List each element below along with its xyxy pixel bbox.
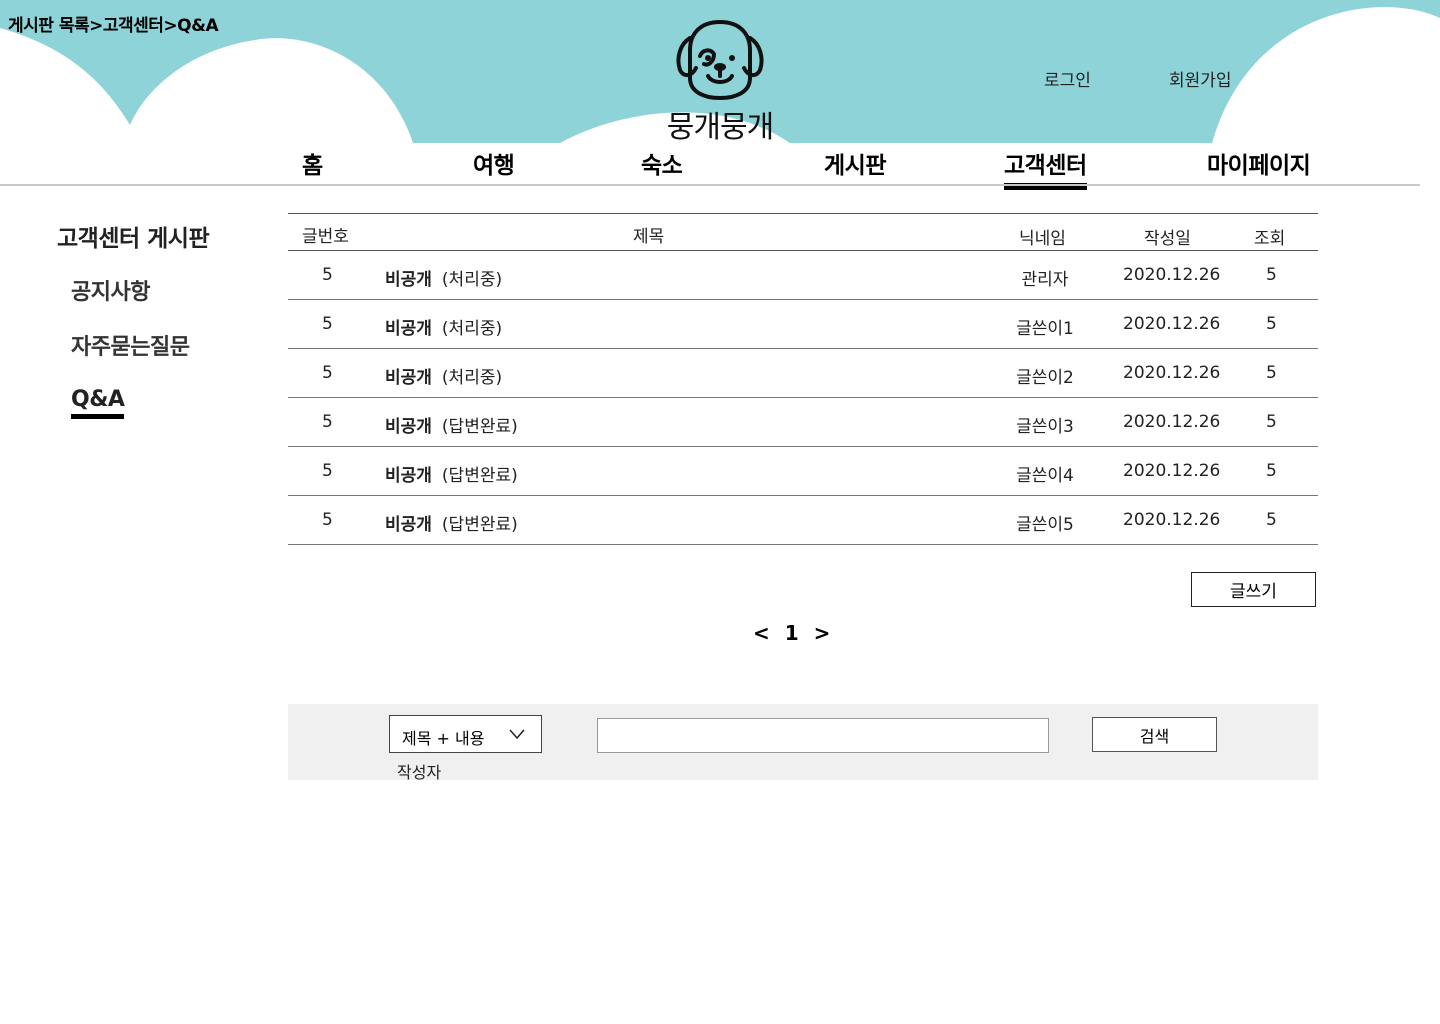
signup-link[interactable]: 회원가입 [1169,66,1232,91]
table-row[interactable]: 5 비공개 (답변완료) 글쓴이4 2020.12.26 5 [288,447,1318,496]
login-link[interactable]: 로그인 [1044,66,1091,91]
nav-lodging[interactable]: 숙소 [641,146,683,180]
breadcrumb: 게시판 목록>고객센터>Q&A [8,16,219,36]
row-title: 비공개 (처리중) [385,265,502,290]
row-title-text: 비공개 [385,515,432,535]
row-views: 5 [1266,314,1277,334]
nav-board[interactable]: 게시판 [824,146,886,180]
qna-table: 글번호 제목 닉네임 작성일 조회 5 비공개 (처리중) 관리자 2020.12.26… [288,213,1318,545]
sidebar-title: 고객센터 게시판 [57,226,210,252]
sidebar-item-qna[interactable]: Q&A [71,387,125,419]
row-status: (답변완료) [441,417,518,437]
chevron-down-icon [509,729,525,740]
row-date: 2020.12.26 [1123,510,1221,530]
row-no: 5 [322,314,333,334]
row-date: 2020.12.26 [1123,265,1221,285]
prev-page-button[interactable]: < [753,621,772,645]
write-button[interactable]: 글쓰기 [1191,572,1316,607]
row-views: 5 [1266,265,1277,285]
header-no: 글번호 [302,227,349,247]
row-no: 5 [322,461,333,481]
row-status: (처리중) [441,368,503,388]
row-status: (처리중) [441,270,503,290]
logo[interactable]: 뭉개뭉개 [660,18,780,145]
dog-face-icon [676,20,764,100]
search-button[interactable]: 검색 [1092,717,1217,752]
row-title: 비공개 (처리중) [385,314,502,339]
table-row[interactable]: 5 비공개 (처리중) 관리자 2020.12.26 5 [288,251,1318,300]
table-header: 글번호 제목 닉네임 작성일 조회 [288,213,1318,251]
row-date: 2020.12.26 [1123,461,1221,481]
row-no: 5 [322,363,333,383]
row-title-text: 비공개 [385,466,432,486]
header-date: 작성일 [1144,229,1191,249]
header-title: 제목 [633,227,665,247]
nav-travel[interactable]: 여행 [473,146,515,180]
search-type-option-author[interactable]: 작성자 [397,759,441,783]
row-views: 5 [1266,510,1277,530]
row-nickname: 글쓴이3 [1016,417,1074,437]
row-status: (답변완료) [441,466,518,486]
nav-divider [0,184,1420,186]
row-nickname: 관리자 [1021,270,1069,290]
table-row[interactable]: 5 비공개 (답변완료) 글쓴이5 2020.12.26 5 [288,496,1318,545]
row-date: 2020.12.26 [1123,314,1221,334]
logo-text: 뭉개뭉개 [666,110,774,145]
search-type-value: 제목 + 내용 [402,729,485,748]
table-row[interactable]: 5 비공개 (답변완료) 글쓴이3 2020.12.26 5 [288,398,1318,447]
row-title-text: 비공개 [385,319,432,339]
row-title-text: 비공개 [385,417,432,437]
nav-customer-center[interactable]: 고객센터 [1004,146,1087,190]
row-no: 5 [322,265,333,285]
row-views: 5 [1266,461,1277,481]
row-no: 5 [322,412,333,432]
pagination: < 1 > [751,621,834,645]
page-number-current[interactable]: 1 [785,621,801,645]
row-status: (처리중) [441,319,503,339]
row-views: 5 [1266,363,1277,383]
row-nickname: 글쓴이5 [1016,515,1074,535]
row-nickname: 글쓴이2 [1016,368,1074,388]
search-bar: 제목 + 내용 작성자 검색 [288,704,1318,783]
sidebar-item-faq[interactable]: 자주묻는질문 [71,329,190,361]
table-row[interactable]: 5 비공개 (처리중) 글쓴이2 2020.12.26 5 [288,349,1318,398]
row-status: (답변완료) [441,515,518,535]
nav-home[interactable]: 홈 [302,146,323,180]
row-title: 비공개 (답변완료) [385,412,518,437]
next-page-button[interactable]: > [814,621,833,645]
sidebar-item-notice[interactable]: 공지사항 [71,274,150,306]
row-title: 비공개 (답변완료) [385,461,518,486]
search-input[interactable] [597,718,1049,753]
row-title-text: 비공개 [385,368,432,388]
row-nickname: 글쓴이4 [1016,466,1074,486]
row-nickname: 글쓴이1 [1016,319,1074,339]
header-nickname: 닉네임 [1019,229,1066,249]
row-title: 비공개 (처리중) [385,363,502,388]
row-title-text: 비공개 [385,270,432,290]
row-views: 5 [1266,412,1277,432]
nav-mypage[interactable]: 마이페이지 [1207,146,1311,180]
header-views: 조회 [1254,229,1286,249]
row-date: 2020.12.26 [1123,363,1221,383]
search-type-select[interactable]: 제목 + 내용 [389,715,542,753]
row-date: 2020.12.26 [1123,412,1221,432]
row-no: 5 [322,510,333,530]
row-title: 비공개 (답변완료) [385,510,518,535]
table-row[interactable]: 5 비공개 (처리중) 글쓴이1 2020.12.26 5 [288,300,1318,349]
